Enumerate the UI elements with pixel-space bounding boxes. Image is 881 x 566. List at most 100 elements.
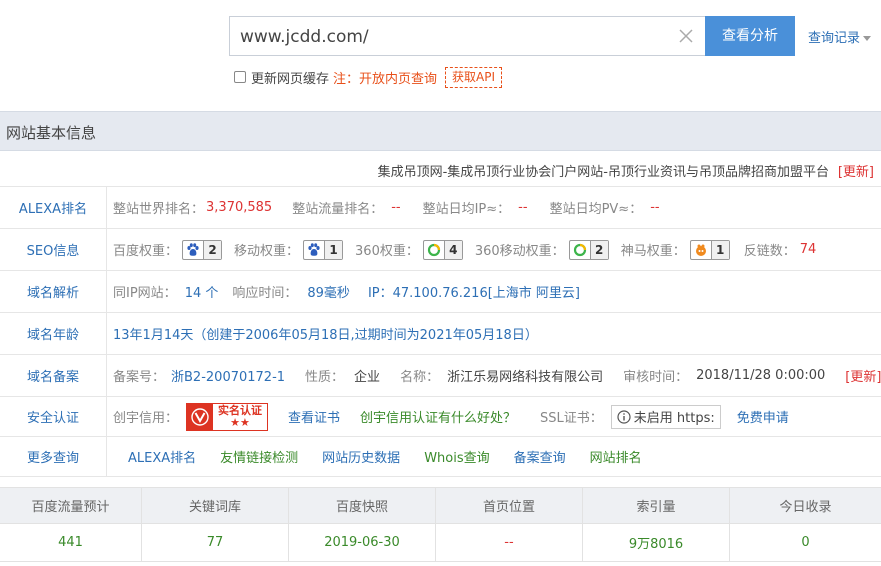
mobile-weight-key: 移动权重：: [234, 244, 300, 259]
site-title: 集成吊顶网-集成吊顶行业协会门户网站-吊顶行业资讯与吊顶品牌招商加盟平台: [377, 165, 829, 180]
daily-ip-value: --: [518, 200, 528, 215]
icp-number-key: 备案号：: [113, 370, 166, 385]
dns-body: 同IP网站： 14 个 响应时间： 89毫秒 IP：47.100.76.216[…: [113, 271, 580, 312]
seo-body: 百度权重： 2 移动权重： 1 360权重： 4 360移动权重： 2 神马权重…: [113, 229, 816, 270]
clear-icon[interactable]: [677, 27, 695, 45]
icp-audit-key: 审核时间：: [623, 370, 689, 385]
section-title: 网站基本信息: [6, 124, 97, 142]
stats-header-snapshot: 百度快照: [289, 488, 436, 523]
icp-body: 备案号： 浙B2-20070172-1 性质： 企业 名称： 浙江乐易网络科技有…: [113, 355, 881, 396]
ip-address[interactable]: IP：47.100.76.216[上海市 阿里云]: [368, 282, 580, 301]
ssl-status-text: 未启用 https:: [633, 411, 715, 426]
more-queries-label: 更多查询: [0, 437, 107, 476]
section-header: 网站基本信息: [0, 111, 881, 151]
security-label: 安全认证: [0, 397, 107, 436]
icp-number-value[interactable]: 浙B2-20070172-1: [171, 366, 285, 385]
s360-weight-badge: 4: [422, 239, 463, 260]
stats-header-keywords: 关键词库: [142, 488, 289, 523]
verified-v-icon: [187, 403, 214, 430]
stats-header-baidu-traffic: 百度流量预计: [0, 488, 142, 523]
icp-update-link[interactable]: [更新]: [845, 366, 881, 385]
s360-ring-icon: [424, 241, 444, 259]
daily-ip-key: 整站日均IP≈：: [422, 202, 511, 217]
view-cert-link[interactable]: 查看证书: [288, 407, 340, 426]
search-button[interactable]: 查看分析: [705, 16, 795, 56]
stats-header-home-position: 首页位置: [436, 488, 583, 523]
icp-audit-value: 2018/11/28 0:00:00: [696, 368, 826, 383]
search-input[interactable]: [240, 26, 660, 48]
icp-nature-key: 性质：: [305, 370, 345, 385]
cert-badge-text: 实名认证 ★★: [213, 404, 267, 429]
mobile-weight-value: 1: [324, 240, 343, 259]
stats-value-baidu-traffic[interactable]: 441: [0, 524, 142, 561]
stats-header-row: 百度流量预计 关键词库 百度快照 首页位置 索引量 今日收录: [0, 487, 881, 524]
domain-age-body: 13年1月14天（创建于2006年05月18日,过期时间为2021年05月18日…: [113, 313, 538, 354]
more-link-history[interactable]: 网站历史数据: [322, 447, 400, 466]
s360-weight-key: 360权重：: [355, 244, 419, 259]
icp-label: 域名备案: [0, 355, 107, 396]
response-time-key: 响应时间：: [232, 286, 298, 301]
stats-table: 百度流量预计 关键词库 百度快照 首页位置 索引量 今日收录 441 77 20…: [0, 487, 881, 566]
icp-name-value: 浙江乐易网络科技有限公司: [447, 370, 604, 385]
more-link-site-rank[interactable]: 网站排名: [590, 447, 642, 466]
more-link-friend-links[interactable]: 友情链接检测: [220, 447, 298, 466]
response-time-value: 89毫秒: [307, 286, 350, 301]
stats-value-snapshot[interactable]: 2019-06-30: [289, 524, 436, 561]
icp-row: 域名备案 备案号： 浙B2-20070172-1 性质： 企业 名称： 浙江乐易…: [0, 355, 881, 397]
caret-down-icon: [863, 36, 872, 41]
cert-badge-stars: ★★: [230, 415, 250, 429]
dns-row: 域名解析 同IP网站： 14 个 响应时间： 89毫秒 IP：47.100.76…: [0, 271, 881, 313]
real-name-cert-badge[interactable]: 实名认证 ★★: [186, 402, 269, 431]
more-queries-body: ALEXA排名 友情链接检测 网站历史数据 Whois查询 备案查询 网站排名: [128, 437, 642, 476]
icp-name-key: 名称：: [400, 370, 440, 385]
more-link-alexa[interactable]: ALEXA排名: [128, 447, 196, 466]
backlinks-value[interactable]: 74: [800, 242, 817, 257]
site-title-row: 集成吊顶网-集成吊顶行业协会门户网站-吊顶行业资讯与吊顶品牌招商加盟平台 [更新…: [0, 151, 881, 187]
baidu-weight-key: 百度权重：: [113, 244, 179, 259]
ssl-key: SSL证书：: [540, 411, 603, 426]
icp-nature-value: 企业: [354, 370, 381, 385]
backlinks-key: 反链数：: [743, 244, 796, 259]
daily-pv-key: 整站日均PV≈：: [549, 202, 643, 217]
query-history-label: 查询记录: [808, 31, 861, 46]
info-icon: [617, 409, 631, 424]
stats-value-today[interactable]: 0: [730, 524, 881, 561]
seo-row: SEO信息 百度权重： 2 移动权重： 1 360权重： 4 360移动权重：: [0, 229, 881, 271]
s360m-weight-badge: 2: [568, 239, 609, 260]
shenma-weight-key: 神马权重：: [620, 244, 686, 259]
alexa-label: ALEXA排名: [0, 187, 107, 228]
free-apply-link[interactable]: 免费申请: [737, 407, 789, 426]
more-link-whois[interactable]: Whois查询: [424, 447, 489, 466]
query-history-dropdown[interactable]: 查询记录: [808, 27, 872, 46]
shenma-horse-icon: [691, 241, 711, 259]
stats-value-home-position: --: [436, 524, 583, 561]
stats-header-index: 索引量: [583, 488, 730, 523]
ssl-status-box: 未启用 https:: [610, 404, 721, 429]
shenma-weight-value: 1: [710, 240, 729, 259]
stats-header-today: 今日收录: [779, 500, 832, 515]
get-api-button[interactable]: 获取API: [445, 66, 503, 88]
stats-value-index[interactable]: 9万8016: [583, 524, 730, 561]
more-link-icp[interactable]: 备案查询: [514, 447, 566, 466]
same-ip-key: 同IP网站：: [113, 286, 177, 301]
update-cache-checkbox[interactable]: [234, 71, 246, 83]
s360m-weight-value: 2: [589, 240, 608, 259]
world-rank-key: 整站世界排名：: [113, 202, 205, 217]
security-body: 创宇信用： 实名认证 ★★ 查看证书 创宇信用认证有什么好处？ SSL证书： 未…: [113, 397, 789, 436]
dns-label: 域名解析: [0, 271, 107, 312]
world-rank-value: 3,370,585: [206, 200, 273, 215]
s360-weight-value: 4: [443, 240, 462, 259]
same-ip-value[interactable]: 14 个: [185, 282, 219, 301]
mobile-weight-badge: 1: [303, 239, 344, 260]
stats-value-keywords[interactable]: 77: [142, 524, 289, 561]
credit-key: 创宇信用：: [113, 411, 179, 426]
credit-benefit-link[interactable]: 创宇信用认证有什么好处？: [360, 407, 516, 426]
update-title-link[interactable]: [更新]: [838, 161, 874, 180]
options-row: 更新网页缓存 注：开放内页查询 获取API: [234, 66, 503, 88]
baidu-mobile-paw-icon: [304, 241, 324, 259]
baidu-weight-value: 2: [203, 240, 222, 259]
security-row: 安全认证 创宇信用： 实名认证 ★★ 查看证书 创宇信用认证有什么好处？ SSL…: [0, 397, 881, 437]
stats-value-row: 441 77 2019-06-30 -- 9万8016 0: [0, 524, 881, 562]
s360m-weight-key: 360移动权重：: [474, 244, 565, 259]
baidu-paw-icon: [183, 241, 203, 259]
